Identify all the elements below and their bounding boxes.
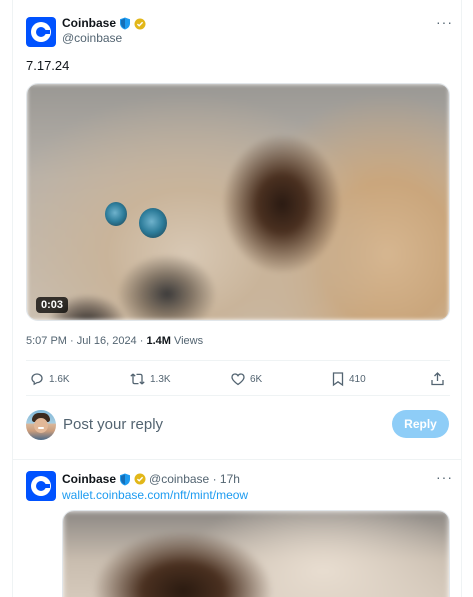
like-action[interactable]: 6K xyxy=(230,371,262,387)
coinbase-avatar[interactable] xyxy=(26,471,56,501)
cat-video-frame xyxy=(27,84,449,320)
reply-input[interactable]: Post your reply xyxy=(63,416,163,433)
views-label: Views xyxy=(170,335,204,347)
divider xyxy=(26,395,450,396)
heart-icon xyxy=(231,373,245,386)
share-icon xyxy=(431,372,444,386)
reply-action[interactable]: 1.6K xyxy=(29,371,70,387)
tweet-timestamp[interactable]: 5:07 PM · Jul 16, 2024 · xyxy=(26,335,146,347)
author-name[interactable]: Coinbase xyxy=(62,16,116,31)
like-count: 6K xyxy=(250,373,263,385)
views-count: 1.4M xyxy=(146,335,171,347)
repost-icon xyxy=(130,373,145,385)
reply-button[interactable]: Reply xyxy=(392,410,449,438)
tweet-text: 7.17.24 xyxy=(26,58,70,73)
shield-badge-icon xyxy=(120,473,131,485)
reply-count: 1.6K xyxy=(49,373,70,385)
author-block: Coinbase @coinbase xyxy=(62,16,146,46)
divider xyxy=(12,459,462,460)
more-icon[interactable]: ··· xyxy=(436,469,453,485)
repost-action[interactable]: 1.3K xyxy=(129,371,171,387)
cat-eye-right xyxy=(139,208,167,238)
mint-link[interactable]: wallet.coinbase.com/nft/mint/meow xyxy=(62,487,248,503)
tweet-video[interactable]: 0:03 xyxy=(26,83,450,321)
reply-author-block: Coinbase @coinbase · 17h wallet.coinbase… xyxy=(62,471,248,503)
bookmark-action[interactable]: 410 xyxy=(331,371,366,387)
coinbase-logo-icon xyxy=(31,476,51,496)
bookmark-count: 410 xyxy=(349,373,366,385)
user-avatar[interactable] xyxy=(26,410,56,440)
repost-count: 1.3K xyxy=(150,373,171,385)
shield-badge-icon xyxy=(120,17,131,30)
reply-image[interactable] xyxy=(62,510,450,597)
coinbase-avatar[interactable] xyxy=(26,17,56,47)
author-handle[interactable]: @coinbase xyxy=(62,31,146,46)
bookmark-icon xyxy=(332,372,344,387)
reply-handle-time[interactable]: @coinbase · 17h xyxy=(149,471,240,487)
divider xyxy=(26,360,450,361)
cat-eye-left xyxy=(105,202,127,226)
share-action[interactable] xyxy=(430,371,445,387)
tweet-meta: 5:07 PM · Jul 16, 2024 · 1.4M Views xyxy=(26,335,203,347)
cat-image xyxy=(63,511,449,597)
video-duration: 0:03 xyxy=(36,297,69,313)
verified-gold-icon xyxy=(134,18,146,29)
verified-gold-icon xyxy=(134,473,146,485)
coinbase-logo-icon xyxy=(31,22,51,42)
more-icon[interactable]: ··· xyxy=(436,14,453,30)
reply-author-name[interactable]: Coinbase xyxy=(62,471,116,487)
reply-icon xyxy=(31,373,43,386)
